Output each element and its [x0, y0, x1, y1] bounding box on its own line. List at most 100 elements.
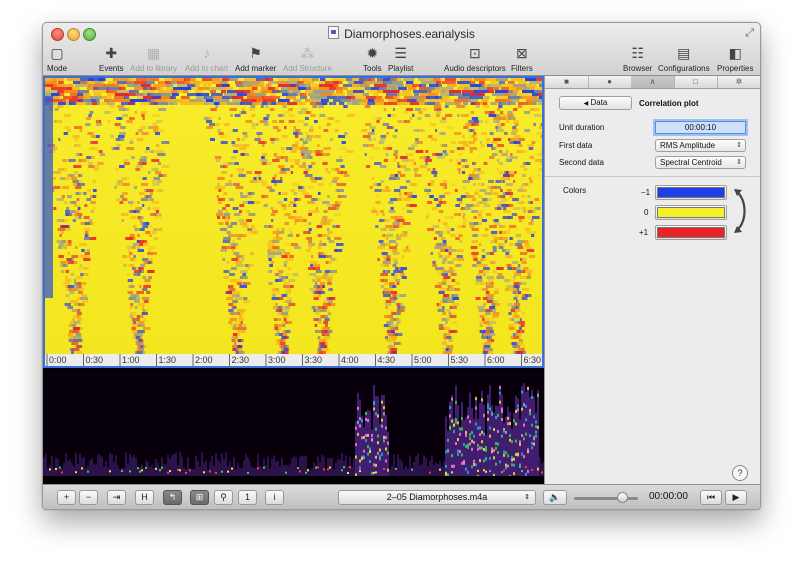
toolbar-label: Configurations	[658, 64, 710, 73]
ruler-tick-label: 1:30	[159, 355, 177, 365]
gear-icon: ✹	[366, 45, 379, 61]
zoom-out-button[interactable]: −	[79, 490, 98, 505]
library-icon: ▦	[146, 45, 161, 61]
tab-gear[interactable]: ✲	[717, 76, 760, 88]
frame-icon: □	[693, 77, 698, 86]
structure-icon: ⁂	[300, 45, 315, 61]
toolbar-browser[interactable]: ☷ Browser	[623, 45, 652, 73]
properties-panel: ■ ● ∧ □ ✲ ◀ Data Correlation plot Unit d…	[544, 76, 760, 484]
ruler-tick-label: 4:00	[341, 355, 359, 365]
toolbar-add-to-chart[interactable]: ♪ Add to chart	[185, 45, 228, 73]
color-swatch-pos	[657, 227, 725, 238]
toolbar-audio-descriptors[interactable]: ⊡ Audio descriptors	[444, 45, 506, 73]
playback-time: 00:00:00	[649, 491, 688, 502]
color-swatch-zero	[657, 207, 725, 218]
media-file-select[interactable]: 2–05 Diamorphoses.m4a ⇕	[338, 490, 536, 505]
toolbar-properties[interactable]: ◧ Properties	[717, 45, 753, 73]
toolbar-label: Add to chart	[185, 64, 229, 73]
color-scale-label-zero: 0	[644, 208, 649, 217]
square-icon: ■	[564, 77, 569, 86]
ruler-tick-label: 5:30	[451, 355, 469, 365]
toolbar-label: Events	[99, 64, 124, 73]
data-back-button[interactable]: ◀ Data	[559, 96, 632, 110]
rewind-button[interactable]: ⏮	[700, 490, 722, 505]
toolbar-events[interactable]: ✚ Events	[99, 45, 123, 73]
ruler-tick-label: 2:00	[195, 355, 213, 365]
color-swatch-neg	[657, 187, 725, 198]
toolbar-add-marker[interactable]: ⚑ Add marker	[235, 45, 276, 73]
grid-button[interactable]: ⊞	[190, 490, 209, 505]
toolbar-label: Add marker	[235, 64, 277, 73]
ruler-tick-label: 3:00	[268, 355, 286, 365]
second-data-select[interactable]: Spectral Centroid ⇕	[655, 156, 746, 169]
snap-button[interactable]: ↰	[163, 490, 182, 505]
correlation-plot[interactable]: 0:00 0:30 1:00 1:30 2:00 2:30 3:00 3:30 4:00 4:30…	[43, 76, 544, 368]
toolbar-configurations[interactable]: ▤ Configurations	[658, 45, 710, 73]
swap-colors-icon[interactable]	[731, 186, 753, 236]
panel-heading: Correlation plot	[639, 99, 699, 108]
volume-slider[interactable]	[574, 497, 638, 500]
ruler-tick-label: 6:00	[487, 355, 505, 365]
ruler-tick-label: 3:30	[305, 355, 323, 365]
toolbar-label: Browser	[623, 64, 653, 73]
track-number-button[interactable]: 1	[238, 490, 257, 505]
speaker-icon: 🔈	[549, 492, 561, 502]
updown-arrows-icon: ⇕	[524, 494, 530, 501]
browser-icon: ☷	[631, 45, 644, 61]
list-icon: ☰	[394, 45, 407, 61]
toolbar-label: Audio descriptors	[444, 64, 506, 73]
volume-button[interactable]: 🔈	[543, 490, 567, 505]
ruler-tick-label: 1:00	[122, 355, 140, 365]
bottom-toolbar: + − ⇥ H ↰ ⊞ ⚲ 1 i 2–05 Diamorphoses.m4a ⇕…	[43, 484, 760, 509]
data-back-label: Data	[590, 98, 608, 107]
configurations-icon: ▤	[677, 45, 691, 61]
updown-arrows-icon: ⇕	[736, 142, 742, 149]
help-button[interactable]: ?	[732, 465, 748, 481]
volume-slider-knob[interactable]	[617, 492, 628, 503]
info-button[interactable]: i	[265, 490, 284, 505]
h-button[interactable]: H	[135, 490, 154, 505]
fit-button[interactable]: ⇥	[107, 490, 126, 505]
toolbar-playlist[interactable]: ☰ Playlist	[388, 45, 413, 73]
tab-wave[interactable]: ∧	[631, 76, 675, 88]
spectrogram[interactable]	[43, 370, 544, 476]
toolbar-add-to-library[interactable]: ▦ Add to library	[130, 45, 177, 73]
magnifier-button[interactable]: ⚲	[214, 490, 233, 505]
toolbar-label: Playlist	[388, 64, 414, 73]
skip-back-icon: ⏮	[706, 492, 716, 502]
tab-square[interactable]: ■	[545, 76, 589, 88]
panel-divider	[545, 176, 760, 177]
color-scale-label-pos: +1	[639, 228, 649, 237]
toolbar-tools[interactable]: ✹ Tools	[363, 45, 382, 73]
toolbar-label: Mode	[47, 64, 68, 73]
first-data-select[interactable]: RMS Amplitude ⇕	[655, 139, 746, 152]
filter-icon: ⊠	[516, 45, 528, 61]
tab-frame[interactable]: □	[674, 76, 718, 88]
gear-icon: ✲	[735, 77, 743, 86]
toolbar-mode[interactable]: ▢ Mode	[47, 45, 67, 73]
app-window: Diamorphoses.eanalysis ⤢ ▢ Mode ✚ Events ▦…	[42, 22, 761, 510]
tab-eye[interactable]: ●	[588, 76, 632, 88]
window-title-text: Diamorphoses.eanalysis	[344, 27, 475, 41]
fullscreen-icon[interactable]: ⤢	[745, 27, 754, 40]
waveform-icon: ⊡	[469, 45, 481, 61]
panel-tabs: ■ ● ∧ □ ✲	[545, 76, 760, 89]
play-icon: ▶	[732, 492, 740, 502]
toolbar-add-structure[interactable]: ⁂ Add Structure	[283, 45, 332, 73]
back-arrow-icon: ◀	[583, 101, 589, 107]
play-button[interactable]: ▶	[725, 490, 747, 505]
toolbar-label: Add to library	[130, 64, 178, 73]
second-data-label: Second data	[559, 158, 604, 167]
correlation-plot-svg: 0:00 0:30 1:00 1:30 2:00 2:30 3:00 3:30 4:00 4:30…	[45, 78, 542, 366]
toolbar-filters[interactable]: ⊠ Filters	[511, 45, 533, 73]
unit-duration-field[interactable]: 00:00:10	[655, 121, 746, 134]
eye-icon: ●	[607, 77, 612, 86]
analysis-area: 0:00 0:30 1:00 1:30 2:00 2:30 3:00 3:30 4:00 4:30…	[43, 76, 544, 484]
toolbar-label: Filters	[511, 64, 533, 73]
properties-icon: ◧	[728, 45, 742, 61]
zoom-in-button[interactable]: +	[57, 490, 76, 505]
document-icon	[328, 26, 340, 39]
ruler-tick-label: 0:00	[49, 355, 67, 365]
toolbar-label: Tools	[363, 64, 382, 73]
colors-label: Colors	[563, 186, 587, 195]
